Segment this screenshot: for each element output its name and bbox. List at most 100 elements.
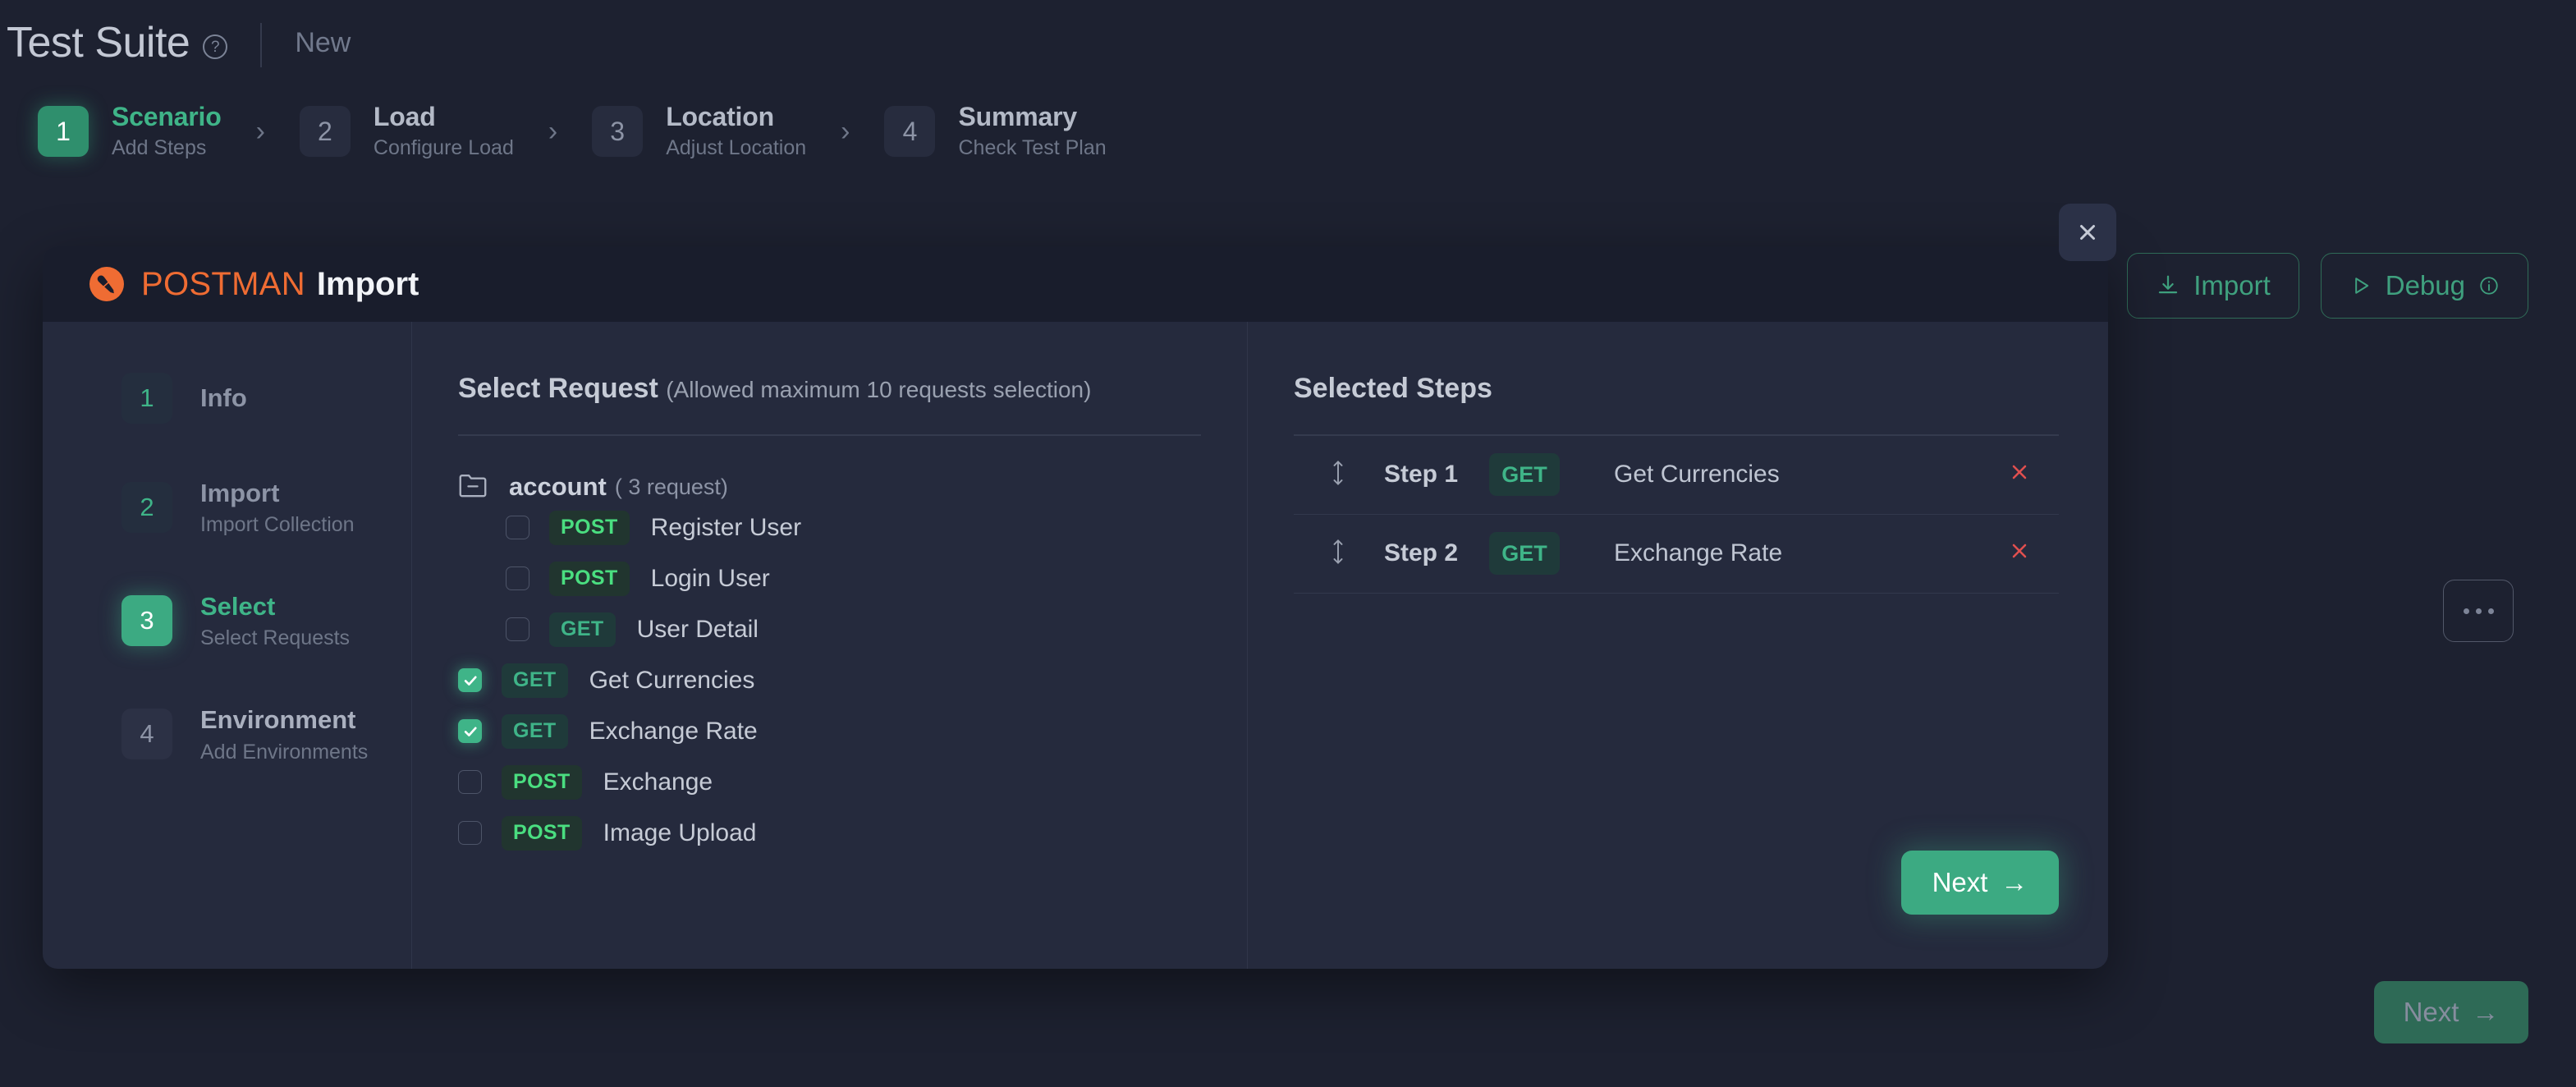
wizard-stepper: 1 Scenario Add Steps › 2 Load Configure … [38, 92, 2576, 171]
import-button-label: Import [2193, 270, 2271, 301]
method-badge: GET [502, 714, 568, 749]
chevron-right-icon: › [548, 117, 557, 145]
ellipsis-dot [2488, 608, 2494, 614]
rail-item-select[interactable]: 3 Select Select Requests [121, 591, 411, 650]
chevron-right-icon: › [841, 117, 850, 145]
step-label: Step 2 [1384, 539, 1489, 567]
method-badge: POST [549, 511, 630, 545]
modal-footer: Next → [1294, 851, 2059, 969]
request-checkbox[interactable] [458, 770, 482, 794]
wizard-step-number: 3 [592, 106, 643, 157]
rail-step-name: Environment [200, 704, 368, 735]
wizard-step-name: Summary [958, 102, 1106, 133]
request-checkbox[interactable] [458, 719, 482, 743]
rail-step-number: 3 [121, 595, 172, 646]
rail-step-name: Import [200, 478, 355, 508]
postman-logo-icon [89, 266, 125, 302]
wizard-step-name: Scenario [112, 102, 222, 133]
request-checkbox[interactable] [458, 668, 482, 692]
drag-handle-icon[interactable] [1328, 459, 1350, 491]
ellipsis-dot [2476, 608, 2482, 614]
request-name: Image Upload [603, 819, 757, 847]
request-name: Get Currencies [589, 667, 755, 695]
modal-next-label: Next [1932, 867, 1988, 898]
selected-step-row[interactable]: Step 2 GET Exchange Rate [1294, 515, 2059, 594]
folder-minus-icon[interactable] [458, 472, 488, 502]
select-request-title-text: Select Request [458, 373, 658, 404]
panel-divider [458, 434, 1201, 436]
remove-x-icon[interactable] [2008, 539, 2031, 567]
request-checkbox[interactable] [506, 566, 529, 590]
rail-step-sub: Import Collection [200, 512, 355, 537]
step-request-name: Exchange Rate [1614, 539, 2008, 567]
request-row[interactable]: POST Login User [458, 553, 1201, 604]
wizard-step-summary[interactable]: 4 Summary Check Test Plan [884, 102, 1106, 160]
rail-step-sub: Select Requests [200, 626, 350, 650]
rail-item-info[interactable]: 1 Info [121, 373, 411, 424]
rail-item-environment[interactable]: 4 Environment Add Environments [121, 704, 411, 764]
request-row[interactable]: GET Get Currencies [458, 655, 1201, 706]
request-row[interactable]: POST Exchange [458, 757, 1201, 808]
arrow-right-icon: → [2472, 997, 2499, 1028]
page-next-label: Next [2404, 997, 2459, 1028]
debug-button[interactable]: Debug [2321, 253, 2528, 319]
rail-step-number: 1 [121, 373, 172, 424]
folder-row-account[interactable]: account ( 3 request) [458, 472, 1201, 502]
rail-step-number: 2 [121, 482, 172, 533]
wizard-step-scenario[interactable]: 1 Scenario Add Steps [38, 102, 222, 160]
step-method-badge: GET [1489, 453, 1560, 496]
title-divider [260, 23, 262, 67]
wizard-step-sub: Check Test Plan [958, 136, 1106, 161]
import-button[interactable]: Import [2127, 253, 2299, 319]
request-name: Exchange Rate [589, 718, 758, 745]
request-row[interactable]: POST Image Upload [458, 808, 1201, 859]
step-label: Step 1 [1384, 461, 1489, 488]
selected-step-row[interactable]: Step 1 GET Get Currencies [1294, 436, 2059, 515]
request-row[interactable]: POST Register User [458, 502, 1201, 553]
method-badge: POST [549, 562, 630, 596]
request-checkbox[interactable] [458, 821, 482, 845]
request-name: User Detail [637, 616, 759, 644]
page-next-button[interactable]: Next → [2374, 981, 2528, 1043]
rail-step-name: Select [200, 591, 350, 621]
wizard-step-number: 1 [38, 106, 89, 157]
info-circle-icon [2478, 275, 2500, 296]
modal-close-button[interactable] [2059, 204, 2116, 261]
method-badge: POST [502, 765, 582, 800]
wizard-step-sub: Configure Load [374, 136, 514, 161]
method-badge: GET [549, 612, 616, 647]
request-name: Login User [651, 565, 770, 593]
postman-import-modal: POSTMAN Import 1 Info 2 Import Import Co… [43, 246, 2108, 969]
modal-next-button[interactable]: Next → [1901, 851, 2059, 915]
modal-header: POSTMAN Import [43, 246, 2108, 322]
request-name: Exchange [603, 768, 713, 796]
wizard-step-location[interactable]: 3 Location Adjust Location [592, 102, 806, 160]
select-request-hint: (Allowed maximum 10 requests selection) [666, 377, 1091, 402]
question-circle-icon[interactable]: ? [203, 34, 227, 59]
rail-step-name: Info [200, 383, 247, 413]
page-title: Test Suite [7, 18, 190, 67]
modal-step-rail: 1 Info 2 Import Import Collection 3 Sel [43, 322, 412, 969]
wizard-step-name: Load [374, 102, 514, 133]
remove-x-icon[interactable] [2008, 461, 2031, 488]
request-checkbox[interactable] [506, 617, 529, 641]
wizard-step-number: 4 [884, 106, 935, 157]
play-icon [2349, 274, 2372, 297]
drag-handle-icon[interactable] [1328, 538, 1350, 570]
step-method-badge: GET [1489, 532, 1560, 575]
more-options-button[interactable] [2443, 580, 2514, 642]
rail-item-import[interactable]: 2 Import Import Collection [121, 478, 411, 537]
method-badge: GET [502, 663, 568, 698]
debug-button-label: Debug [2386, 270, 2465, 301]
modal-title: Import [317, 266, 419, 303]
wizard-step-sub: Add Steps [112, 136, 222, 161]
selected-steps-title: Selected Steps [1294, 373, 2059, 405]
request-row[interactable]: GET Exchange Rate [458, 706, 1201, 757]
request-row[interactable]: GET User Detail [458, 604, 1201, 655]
request-checkbox[interactable] [506, 516, 529, 539]
wizard-step-load[interactable]: 2 Load Configure Load [300, 102, 514, 160]
method-badge: POST [502, 816, 582, 851]
wizard-step-sub: Adjust Location [666, 136, 806, 161]
rail-step-number: 4 [121, 709, 172, 759]
select-request-panel: Select Request (Allowed maximum 10 reque… [412, 322, 1248, 969]
